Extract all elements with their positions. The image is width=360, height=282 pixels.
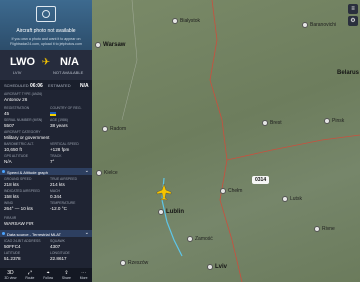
aircraft-photo-placeholder[interactable]: Aircraft photo not available If you own … (0, 0, 92, 50)
city-marker[interactable]: Kielce (96, 170, 118, 176)
chevron-down-icon: ⌄ (84, 168, 89, 174)
ground-speed: GROUND SPEED 218 kts (4, 177, 32, 187)
flight-details-panel: Aircraft photo not available If you own … (0, 0, 92, 282)
city-marker[interactable]: Pinsk (324, 118, 344, 124)
city-marker[interactable]: Zamość (187, 236, 213, 242)
aircraft-icon[interactable] (156, 183, 172, 201)
destination-code[interactable]: N/A (60, 56, 79, 68)
speed-altitude-graph-toggle[interactable]: Speed & Altitude graph ⌄ (0, 168, 92, 175)
aircraft-type: AIRCRAFT TYPE (AN26) Antonov 26 (4, 92, 43, 102)
road-line (121, 0, 138, 121)
serial-number: SERIAL NUMBER (MSN) 5507 (4, 118, 43, 128)
aircraft-details: AIRCRAFT TYPE (AN26) Antonov 26 REGISTRAT… (0, 92, 92, 166)
destination-city: NOT AVAILABLE (53, 70, 84, 75)
border-line (226, 134, 360, 161)
true-airspeed: TRUE AIRSPEED 214 kts (50, 177, 78, 187)
map-overlay (121, 0, 360, 282)
city-marker[interactable]: Lutsk (282, 196, 302, 202)
registration: REGISTRATION 45 (4, 106, 30, 116)
vertical-speed: VERTICAL SPEED +128 fpm (50, 142, 79, 152)
flight-callsign-label[interactable]: 0314 (252, 176, 270, 184)
city-marker[interactable]: Baranovichi (302, 22, 336, 28)
estimated-label: ESTIMATED (48, 83, 71, 88)
mach: MACH 0.344 (50, 189, 62, 199)
longitude: LONGITUDE 22.8617 (50, 251, 70, 261)
route-button[interactable]: ⤢ Route (25, 270, 34, 280)
antenna-icon (2, 231, 5, 235)
city-marker[interactable]: Brest (262, 120, 282, 126)
photo-upload-text: If you own a photo and want it to appear… (10, 37, 82, 46)
city-marker[interactable]: Rzeszów (120, 260, 148, 266)
city-marker[interactable]: Rivne (314, 226, 335, 232)
scheduled-value: 06:06 (30, 83, 43, 89)
photo-title: Aircraft photo not available (16, 28, 76, 34)
origin-city: LVIV (13, 70, 22, 75)
plane-icon: ✈ (41, 57, 51, 68)
barometric-altitude: BAROMETRIC ALT. 10,650 ft (4, 142, 34, 152)
more-button[interactable]: ⋯ More (80, 270, 88, 280)
squawk: SQUAWK 4307 (50, 239, 65, 249)
city-marker[interactable]: Radom (102, 126, 126, 132)
city-marker[interactable]: Chełm (220, 188, 242, 194)
gps-altitude: GPS ALTITUDE N/A (4, 154, 29, 164)
wind: WIND 264° — 10 kts (4, 201, 33, 211)
border-line (209, 0, 243, 282)
origin-code[interactable]: LWO (10, 56, 35, 68)
indicated-airspeed: INDICATED AIRSPEED 158 kts (4, 189, 40, 199)
times-row: SCHEDULED 06:06 ESTIMATED N/A (0, 80, 92, 90)
share-button[interactable]: ⇪ Share (62, 270, 71, 280)
estimated-value: N/A (80, 83, 89, 89)
route-header: LWO LVIV ✈ N/A NOT AVAILABLE (0, 50, 92, 80)
follow-button[interactable]: ⌖ Follow (43, 270, 53, 280)
aircraft-category: AIRCRAFT CATEGORY Military or government (4, 130, 50, 140)
chevron-down-icon: ⌄ (84, 230, 89, 236)
layers-icon[interactable]: ≡ (348, 4, 358, 14)
aircraft-age: AGE (1986) 38 years (50, 118, 68, 128)
city-marker[interactable]: Lublin (158, 209, 184, 215)
track: TRACK 7° (50, 154, 62, 164)
city-marker[interactable]: Lviv (207, 264, 227, 270)
city-marker[interactable]: Białystok (172, 18, 200, 24)
graph-icon (2, 169, 5, 173)
country-of-reg: COUNTRY OF REG. (50, 106, 92, 116)
ukraine-flag-icon (50, 111, 56, 116)
camera-icon (36, 6, 56, 22)
temperature: TEMPERATURE -12.0 °C (50, 201, 76, 211)
transponder-details: ICAO 24-BIT ADDRESS 50FFC4 SQUAWK 4307 LAT… (0, 239, 92, 267)
fir-row: FIR/UIR WARSAW FIR (0, 216, 92, 226)
map-view[interactable]: Białystok Belarus Warsaw Radom Lublin Ki… (92, 0, 360, 282)
country-label: Belarus (337, 70, 360, 76)
settings-icon[interactable]: ⚙ (348, 16, 358, 26)
fir-uir: FIR/UIR WARSAW FIR (4, 216, 34, 226)
data-source-toggle[interactable]: Data source - Terrestrial MLAT ⌄ (0, 230, 92, 237)
latitude: LATITUDE 51.2378 (4, 251, 21, 261)
scheduled-label: SCHEDULED (4, 83, 29, 88)
city-marker[interactable]: Warsaw (95, 42, 125, 48)
bottom-toolbar: 3D 3D view ⤢ Route ⌖ Follow ⇪ Share ⋯ More (0, 268, 92, 282)
3d-view-button[interactable]: 3D 3D view (4, 270, 16, 280)
speed-details: GROUND SPEED 218 kts TRUE AIRSPEED 214 kts… (0, 177, 92, 219)
icao-address: ICAO 24-BIT ADDRESS 50FFC4 (4, 239, 41, 249)
